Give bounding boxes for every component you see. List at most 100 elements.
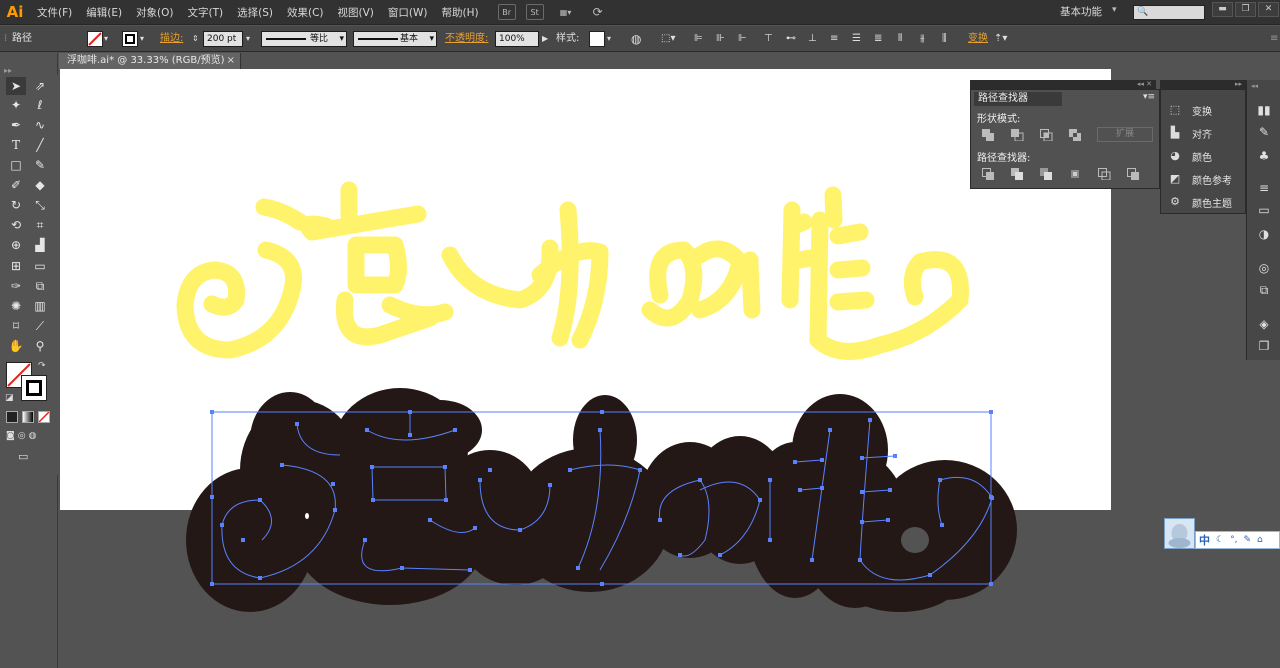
anchor-point[interactable] — [940, 523, 944, 527]
anchor-point[interactable] — [444, 498, 448, 502]
dock-collapse-bar[interactable]: ▸▸ — [1160, 80, 1246, 89]
ime-language[interactable]: 中 — [1196, 532, 1213, 548]
divide-icon[interactable] — [982, 168, 995, 180]
anchor-point[interactable] — [428, 518, 432, 522]
anchor-point[interactable] — [860, 456, 864, 460]
trim-icon[interactable] — [1011, 168, 1024, 180]
exclude-icon[interactable] — [1069, 129, 1082, 141]
ime-status-bar[interactable]: 中 ☾ °, ✎ ⌂ — [1195, 531, 1280, 549]
anchor-point[interactable] — [893, 454, 897, 458]
unite-icon[interactable] — [982, 129, 995, 141]
minus-back-icon[interactable] — [1127, 168, 1140, 180]
anchor-point[interactable] — [989, 582, 993, 586]
dock-item-align[interactable]: ▙ 对齐 — [1167, 123, 1212, 143]
anchor-point[interactable] — [220, 523, 224, 527]
anchor-point[interactable] — [678, 553, 682, 557]
anchor-point[interactable] — [488, 468, 492, 472]
anchor-point[interactable] — [888, 488, 892, 492]
anchor-point[interactable] — [468, 568, 472, 572]
anchor-point[interactable] — [860, 490, 864, 494]
merge-icon[interactable] — [1040, 168, 1053, 180]
anchor-point[interactable] — [600, 410, 604, 414]
anchor-point[interactable] — [820, 458, 824, 462]
anchor-point[interactable] — [210, 410, 214, 414]
moon-icon[interactable]: ☾ — [1213, 535, 1227, 545]
anchor-point[interactable] — [478, 478, 482, 482]
expand-panels-icon[interactable]: ◂◂ — [1251, 82, 1258, 90]
pathfinder-tab[interactable]: 路径查找器 — [974, 92, 1062, 106]
anchor-point[interactable] — [576, 566, 580, 570]
anchor-point[interactable] — [408, 433, 412, 437]
gradient-panel-icon[interactable]: ▭ — [1255, 202, 1273, 218]
anchor-point[interactable] — [400, 566, 404, 570]
anchor-point[interactable] — [758, 498, 762, 502]
dock-item-color-themes[interactable]: ⚙ 颜色主题 — [1167, 192, 1232, 212]
anchor-point[interactable] — [365, 428, 369, 432]
anchor-point[interactable] — [258, 576, 262, 580]
expand-button[interactable]: 扩展 — [1097, 127, 1153, 142]
crop-icon[interactable] — [1069, 168, 1082, 180]
layers-icon[interactable]: ◈ — [1255, 316, 1273, 332]
anchor-point[interactable] — [886, 518, 890, 522]
anchor-point[interactable] — [638, 468, 642, 472]
anchor-point[interactable] — [989, 410, 993, 414]
anchor-point[interactable] — [698, 478, 702, 482]
transparency-icon[interactable]: ◑ — [1255, 226, 1273, 242]
anchor-point[interactable] — [473, 526, 477, 530]
anchor-point[interactable] — [241, 538, 245, 542]
anchor-point[interactable] — [518, 528, 522, 532]
outline-icon[interactable] — [1098, 168, 1111, 180]
anchor-point[interactable] — [210, 582, 214, 586]
yellow-lettering[interactable] — [176, 181, 969, 360]
anchor-point[interactable] — [295, 422, 299, 426]
anchor-point[interactable] — [210, 495, 214, 499]
properties-icon[interactable]: ▮▮ — [1255, 102, 1273, 118]
brushes-icon[interactable]: ✎ — [1255, 124, 1273, 140]
anchor-point[interactable] — [798, 488, 802, 492]
appearance-icon[interactable]: ◎ — [1255, 260, 1273, 276]
anchor-point[interactable] — [600, 582, 604, 586]
anchor-point[interactable] — [598, 428, 602, 432]
anchor-point[interactable] — [443, 465, 447, 469]
anchor-point[interactable] — [858, 558, 862, 562]
toolbox-icon[interactable]: ⌂ — [1254, 535, 1266, 545]
anchor-point[interactable] — [658, 518, 662, 522]
anchor-point[interactable] — [568, 468, 572, 472]
anchor-point[interactable] — [371, 498, 375, 502]
anchor-point[interactable] — [768, 538, 772, 542]
stroke-panel-icon[interactable]: ≡ — [1255, 180, 1273, 196]
ime-avatar[interactable] — [1164, 518, 1195, 549]
anchor-point[interactable] — [928, 573, 932, 577]
intersect-icon[interactable] — [1040, 129, 1053, 141]
dock-item-color[interactable]: ◕ 颜色 — [1167, 146, 1212, 166]
graphic-styles-icon[interactable]: ⧉ — [1255, 282, 1273, 298]
wrench-icon[interactable]: ✎ — [1240, 535, 1254, 545]
dock-item-transform[interactable]: ⬚ 变换 — [1167, 100, 1212, 120]
dark-outline-shape[interactable] — [186, 388, 1017, 612]
anchor-point[interactable] — [868, 418, 872, 422]
anchor-point[interactable] — [453, 428, 457, 432]
anchor-point[interactable] — [860, 520, 864, 524]
anchor-point[interactable] — [810, 558, 814, 562]
dock-item-color-guide[interactable]: ◩ 颜色参考 — [1167, 169, 1232, 189]
anchor-point[interactable] — [938, 478, 942, 482]
anchor-point[interactable] — [718, 553, 722, 557]
symbols-icon[interactable]: ♣ — [1255, 148, 1273, 164]
anchor-point[interactable] — [258, 498, 262, 502]
anchor-point[interactable] — [333, 508, 337, 512]
anchor-point[interactable] — [768, 478, 772, 482]
artboards-icon[interactable]: ❐ — [1255, 338, 1273, 354]
anchor-point[interactable] — [828, 428, 832, 432]
anchor-point[interactable] — [408, 410, 412, 414]
anchor-point[interactable] — [331, 482, 335, 486]
punctuation-icon[interactable]: °, — [1227, 535, 1240, 545]
anchor-point[interactable] — [280, 463, 284, 467]
panel-menu-icon[interactable]: ▾≡ — [1143, 92, 1155, 102]
anchor-point[interactable] — [363, 538, 367, 542]
anchor-point[interactable] — [370, 465, 374, 469]
anchor-point[interactable] — [548, 483, 552, 487]
anchor-point[interactable] — [820, 486, 824, 490]
minus-front-icon[interactable] — [1011, 129, 1024, 141]
anchor-point[interactable] — [793, 460, 797, 464]
anchor-point[interactable] — [990, 496, 994, 500]
